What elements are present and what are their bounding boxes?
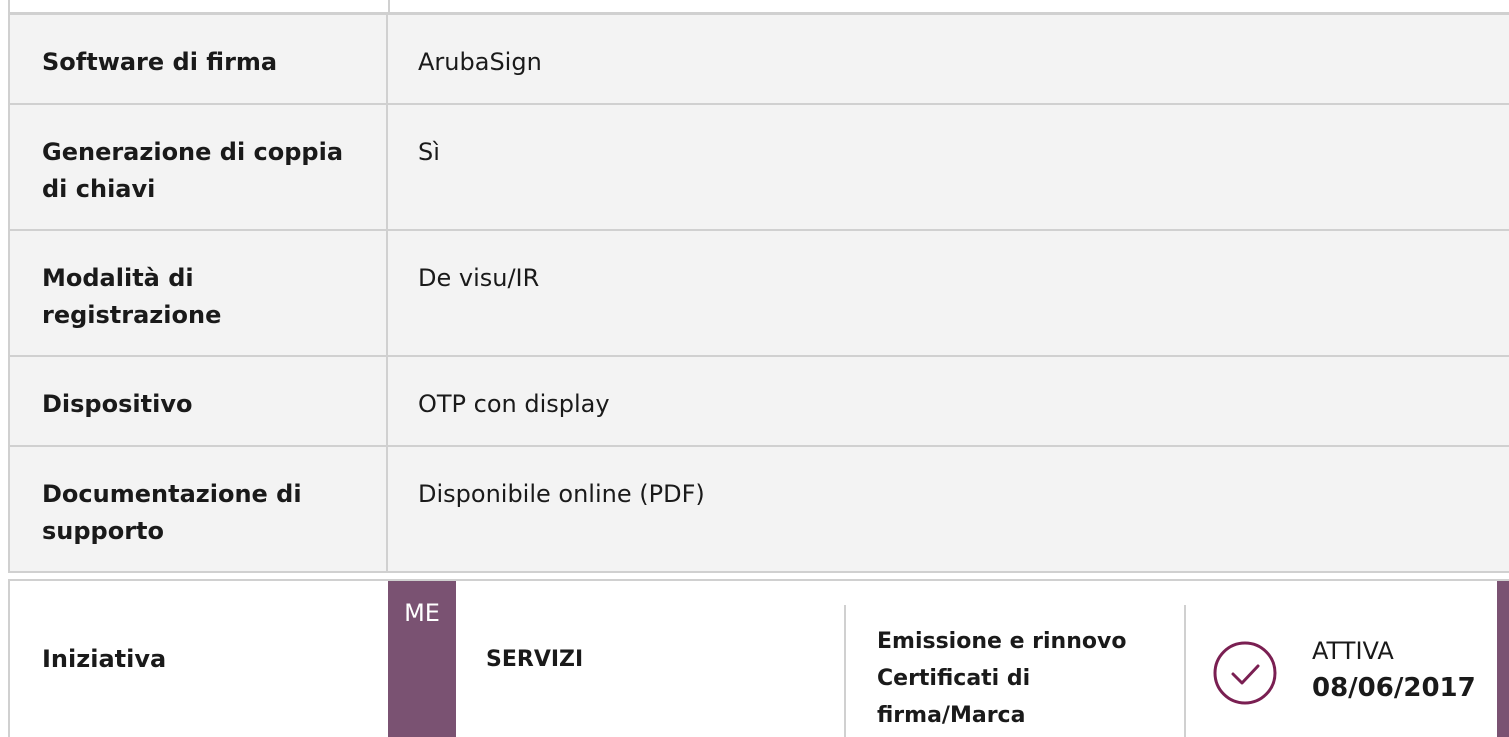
row-label: Software di firma [8, 13, 388, 105]
table-top-edge [8, 0, 1509, 14]
row-value: De visu/IR [387, 229, 1509, 357]
details-table: Software di firma ArubaSign Generazione … [8, 13, 1509, 573]
row-label: Generazione di coppia di chiavi [8, 103, 388, 231]
table-row: Documentazione di supporto Disponibile o… [8, 445, 1509, 573]
iniziativa-description: Emissione e rinnovo Certificati di firma… [877, 623, 1167, 734]
description-line: firma/Marca [877, 703, 1026, 728]
column-divider [844, 605, 846, 737]
description-line: Emissione e rinnovo [877, 629, 1127, 654]
check-circle-icon [1213, 641, 1277, 705]
status-block: ATTIVA 08/06/2017 [1312, 633, 1476, 707]
iniziativa-row: Iniziativa ME SERVIZI Emissione e rinnov… [8, 579, 1509, 737]
status-label: ATTIVA [1312, 637, 1394, 665]
accent-bar [1497, 581, 1509, 737]
row-value: Sì [387, 103, 1509, 231]
row-value: ArubaSign [387, 13, 1509, 105]
iniziativa-badge: ME [388, 581, 456, 737]
description-line: Certificati di [877, 666, 1031, 691]
column-divider [1184, 605, 1186, 737]
iniziativa-label: Iniziativa [42, 645, 167, 673]
page: Software di firma ArubaSign Generazione … [0, 0, 1509, 737]
row-value: OTP con display [387, 355, 1509, 447]
row-label: Dispositivo [8, 355, 388, 447]
row-label: Modalità di registrazione [8, 229, 388, 357]
table-row: Dispositivo OTP con display [8, 355, 1509, 447]
table-row: Generazione di coppia di chiavi Sì [8, 103, 1509, 231]
row-value: Disponibile online (PDF) [387, 445, 1509, 573]
iniziativa-category: SERVIZI [486, 646, 584, 672]
table-row: Software di firma ArubaSign [8, 13, 1509, 105]
column-divider [388, 0, 390, 14]
table-row: Modalità di registrazione De visu/IR [8, 229, 1509, 357]
row-label: Documentazione di supporto [8, 445, 388, 573]
status-date: 08/06/2017 [1312, 673, 1476, 703]
